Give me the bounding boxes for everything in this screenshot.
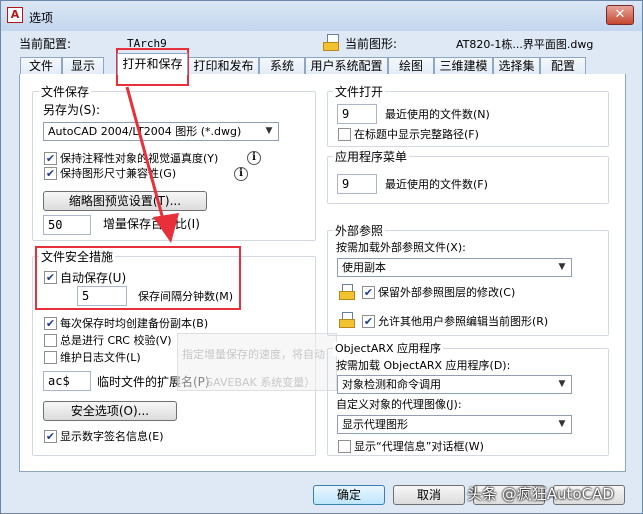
tab-system[interactable]: 系统: [259, 57, 305, 75]
tab-3d-modeling[interactable]: 三维建模: [434, 57, 493, 75]
chevron-down-icon: ▼: [558, 262, 566, 272]
chevron-down-icon: ▼: [558, 379, 566, 389]
recent-files-label: 最近使用的文件数(N): [385, 108, 490, 121]
proxy-images-select[interactable]: 显示代理图形 ▼: [337, 415, 572, 434]
faded-tooltip-line-1: 指定增量保存的速度，将自动: [182, 348, 325, 361]
close-button[interactable]: ✕: [606, 5, 634, 25]
crc-check-label: 总是进行 CRC 校验(V): [60, 334, 172, 347]
tab-display[interactable]: 显示: [62, 57, 104, 75]
full-path-checkbox[interactable]: [338, 128, 351, 141]
digital-signature-checkbox[interactable]: ✔: [44, 430, 57, 443]
log-file-checkbox[interactable]: [44, 351, 57, 364]
tab-open-and-save[interactable]: 打开和保存: [117, 53, 188, 75]
current-drawing-label: 当前图形:: [345, 37, 398, 51]
security-options-button[interactable]: 安全选项(O)...: [43, 401, 177, 421]
info-icon: i: [234, 167, 248, 181]
proxy-info-checkbox[interactable]: [338, 440, 351, 453]
incremental-save-input[interactable]: 50: [43, 215, 91, 235]
chevron-down-icon: ▼: [265, 126, 273, 136]
recent-files-input[interactable]: 9: [337, 104, 377, 124]
crc-check-checkbox[interactable]: [44, 334, 57, 347]
annotation-arrow-icon: [125, 86, 179, 243]
tab-user-preferences[interactable]: 用户系统配置: [305, 57, 388, 75]
arx-demand-load-select[interactable]: 对象检测和命令调用 ▼: [337, 375, 572, 394]
temp-extension-input[interactable]: ac$: [43, 371, 91, 391]
xref-demand-load-value: 使用副本: [342, 261, 386, 274]
ok-button[interactable]: 确定: [313, 485, 385, 505]
file-save-title: 文件保存: [39, 85, 92, 99]
title-bar[interactable]: A 选项 ✕: [1, 1, 642, 31]
drawing-file-icon: [323, 34, 340, 51]
arx-demand-load-label: 按需加载 ObjectARX 应用程序(D):: [336, 359, 511, 372]
tab-drafting[interactable]: 绘图: [388, 57, 434, 75]
cancel-button[interactable]: 取消: [393, 485, 465, 505]
allow-xref-edit-label: 允许其他用户参照编辑当前图形(R): [378, 315, 549, 328]
options-dialog: A 选项 ✕ 当前配置: TArch9 当前图形: AT820-1栋...界平面…: [0, 0, 643, 514]
proxy-images-value: 显示代理图形: [342, 418, 408, 431]
xref-demand-load-select[interactable]: 使用副本 ▼: [337, 258, 572, 277]
tab-selection[interactable]: 选择集: [493, 57, 540, 75]
chevron-down-icon: ▼: [558, 419, 566, 429]
tab-files[interactable]: 文件: [20, 57, 62, 75]
digital-signature-label: 显示数字签名信息(E): [60, 430, 164, 443]
current-profile-label: 当前配置:: [19, 37, 72, 51]
backup-copy-checkbox[interactable]: ✔: [44, 317, 57, 330]
watermark-text: 头条 @疯狂AutoCAD: [467, 485, 614, 503]
tab-profiles[interactable]: 配置: [540, 57, 586, 75]
retain-xref-layer-label: 保留外部参照图层的修改(C): [378, 286, 516, 299]
allow-xref-edit-checkbox[interactable]: ✔: [362, 315, 375, 328]
visual-fidelity-checkbox[interactable]: ✔: [44, 152, 57, 165]
faded-tooltip: 指定增量保存的速度，将自动 SAVEBAK 系统变量）: [177, 333, 337, 391]
window-title: 选项: [29, 11, 54, 25]
backup-copy-label: 每次保存时均创建备份副本(B): [60, 317, 209, 330]
app-menu-title: 应用程序菜单: [333, 150, 410, 164]
drawing-size-compat-checkbox[interactable]: ✔: [44, 167, 57, 180]
file-open-title: 文件打开: [333, 85, 386, 99]
save-as-label: 另存为(S):: [43, 103, 101, 117]
highlight-box-autosave: [35, 246, 241, 310]
retain-xref-layer-checkbox[interactable]: ✔: [362, 286, 375, 299]
full-path-label: 在标题中显示完整路径(F): [354, 128, 479, 141]
xref-layer-icon: [339, 284, 355, 300]
xref-title: 外部参照: [333, 224, 386, 238]
tab-plot-and-publish[interactable]: 打印和发布: [188, 57, 259, 75]
objectarx-title: ObjectARX 应用程序: [333, 342, 444, 356]
xref-edit-icon: [339, 312, 355, 328]
arx-demand-load-value: 对象检测和命令调用: [342, 378, 441, 391]
xref-demand-load-label: 按需加载外部参照文件(X):: [336, 241, 466, 254]
proxy-info-label: 显示“代理信息”对话框(W): [354, 440, 484, 453]
info-icon: i: [247, 151, 261, 165]
faded-tooltip-line-2: SAVEBAK 系统变量）: [206, 376, 316, 389]
proxy-images-label: 自定义对象的代理图像(J):: [336, 398, 462, 411]
current-drawing-value: AT820-1栋...界平面图.dwg: [456, 38, 594, 51]
autocad-logo-icon: A: [7, 7, 23, 23]
log-file-label: 维护日志文件(L): [60, 351, 141, 364]
app-menu-recent-label: 最近使用的文件数(F): [385, 178, 488, 191]
app-menu-recent-input[interactable]: 9: [337, 174, 377, 194]
